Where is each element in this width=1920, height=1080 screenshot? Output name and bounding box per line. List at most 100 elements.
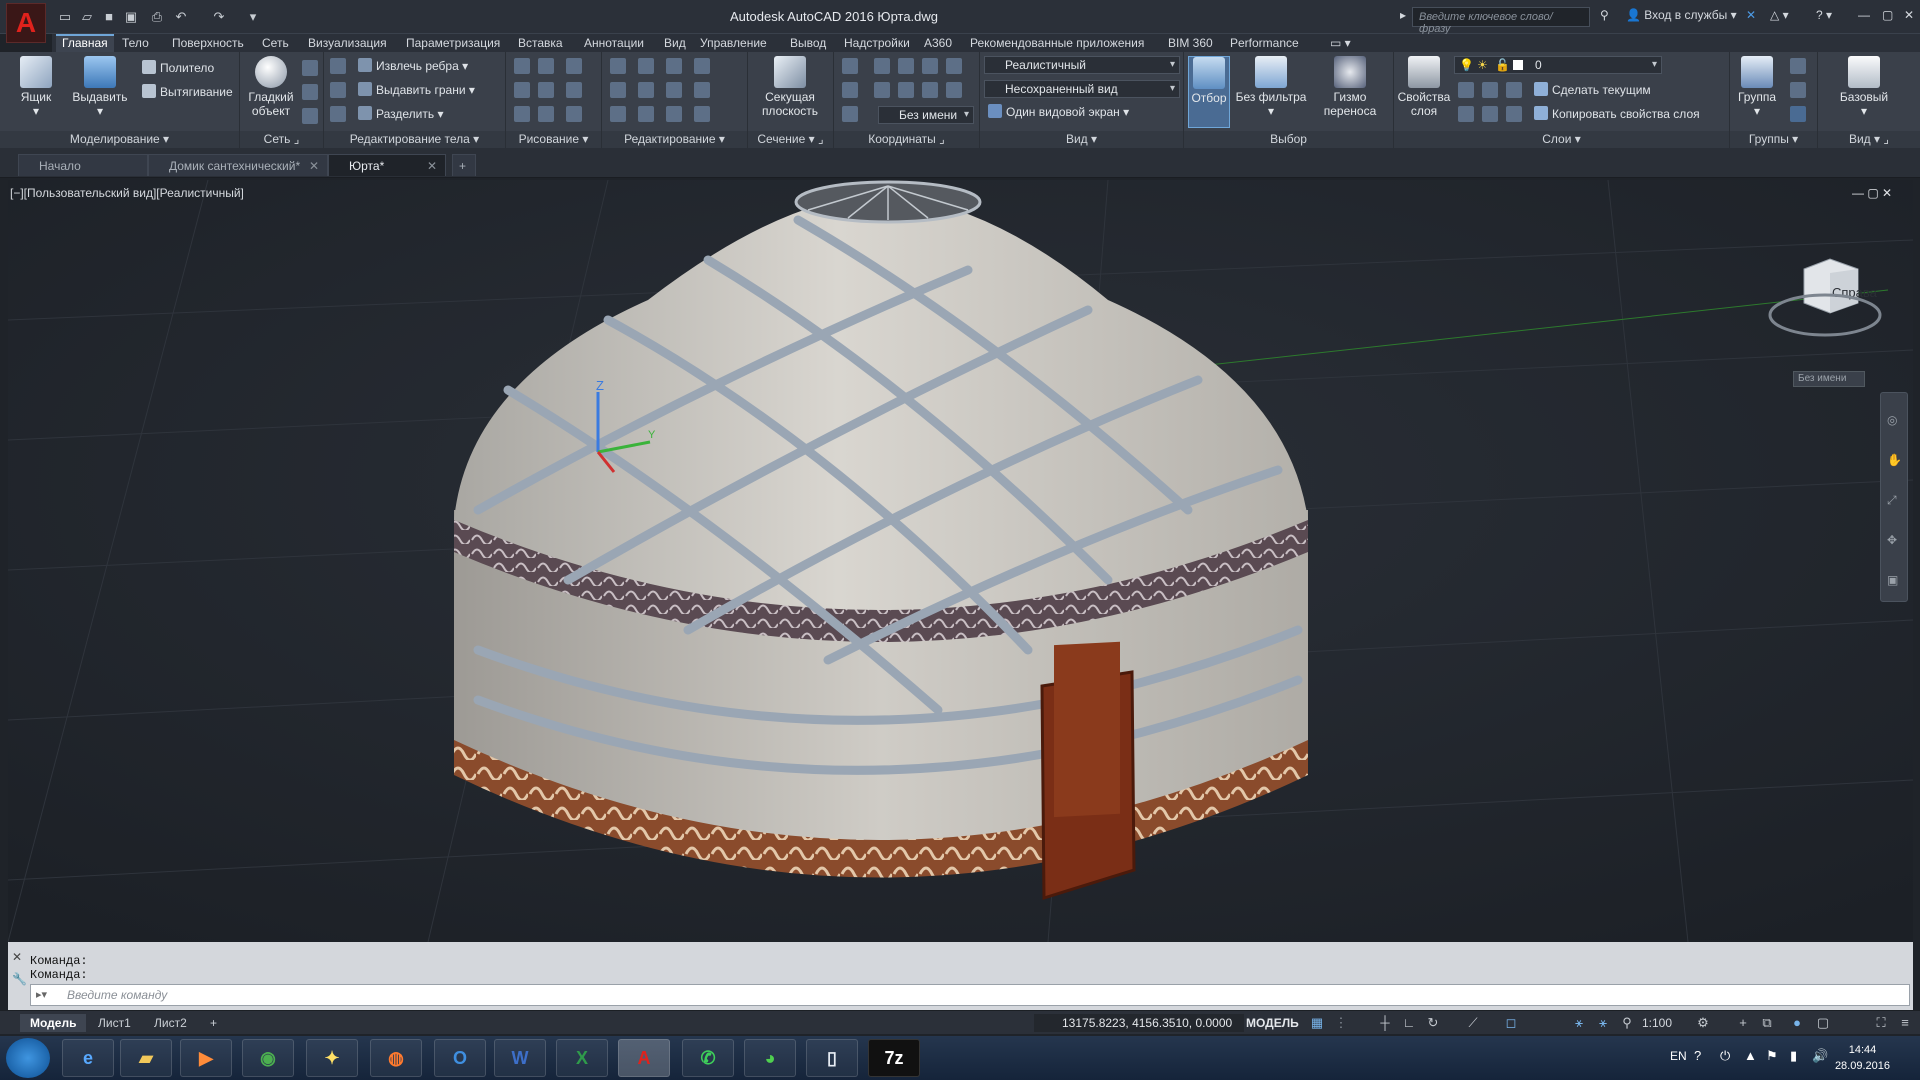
tab-output[interactable]: Вывод xyxy=(784,34,832,52)
viewport-window-controls[interactable]: — ▢ ✕ xyxy=(1852,186,1892,200)
search-input[interactable]: Введите ключевое слово/фразу xyxy=(1412,7,1590,35)
tab-featured-apps[interactable]: Рекомендованные приложения xyxy=(964,34,1150,52)
doc-tab-start[interactable]: Начало xyxy=(18,154,148,176)
panel-modify-title[interactable]: Редактирование ▾ xyxy=(602,131,747,148)
tab-view[interactable]: Вид xyxy=(658,34,692,52)
named-view-dropdown[interactable]: Несохраненный вид xyxy=(984,80,1180,98)
system-clock[interactable]: 14:44 28.09.2016 xyxy=(1835,1042,1890,1074)
ucs-previous-icon[interactable] xyxy=(898,58,914,74)
extrude-faces-button[interactable]: Выдавить грани ▾ xyxy=(358,80,475,100)
tab-options-icon[interactable]: ▭ ▾ xyxy=(1324,34,1357,52)
media-icon[interactable]: ▶ xyxy=(180,1039,232,1077)
grid-array-icon[interactable] xyxy=(694,106,710,122)
new-icon[interactable]: ▭ xyxy=(56,8,74,26)
polar-icon[interactable]: ↻ xyxy=(1426,1016,1440,1030)
command-input[interactable]: Введите команду xyxy=(30,984,1910,1006)
explorer-icon[interactable]: ▰ xyxy=(120,1039,172,1077)
no-filter-button[interactable]: Без фильтра ▾ xyxy=(1234,56,1308,118)
tab-visualize[interactable]: Визуализация xyxy=(302,34,393,52)
panel-coordinates-title[interactable]: Координаты ⌟ xyxy=(834,131,979,148)
firefox-icon[interactable]: ◍ xyxy=(370,1039,422,1077)
tab-annotate[interactable]: Аннотации xyxy=(578,34,650,52)
layout-tab-sheet1[interactable]: Лист1 xyxy=(88,1014,141,1032)
save-icon[interactable]: ■ xyxy=(100,8,118,26)
7zip-icon[interactable]: 7z xyxy=(868,1039,920,1077)
viewcube-ring[interactable] xyxy=(1765,280,1885,340)
tab-mesh[interactable]: Сеть xyxy=(256,34,295,52)
layer-tool-icon[interactable] xyxy=(1482,82,1498,98)
match-layer-button[interactable]: Копировать свойства слоя xyxy=(1534,104,1700,124)
group-button[interactable]: Группа ▾ xyxy=(1732,56,1782,118)
ellipse-icon[interactable] xyxy=(566,106,582,122)
layer-tool-icon[interactable] xyxy=(1458,106,1474,122)
isolate-icon[interactable]: ⧉ xyxy=(1760,1016,1774,1030)
rotate3d-icon[interactable] xyxy=(694,58,710,74)
tab-addins[interactable]: Надстройки xyxy=(838,34,916,52)
ungroup-icon[interactable] xyxy=(1790,58,1806,74)
layer-tool-icon[interactable] xyxy=(1506,106,1522,122)
fillet-icon[interactable] xyxy=(610,58,626,74)
volume-icon[interactable]: 🔊 xyxy=(1812,1048,1828,1064)
ucs-icon-properties-icon[interactable] xyxy=(842,106,858,122)
language-indicator[interactable]: EN xyxy=(1670,1049,1687,1063)
isodraft-icon[interactable]: ⟋ xyxy=(1466,1016,1480,1030)
print-icon[interactable]: ⎙ xyxy=(148,8,166,26)
tab-home[interactable]: Главная xyxy=(56,34,114,52)
mesh-tool-icon[interactable] xyxy=(302,84,318,100)
mesh-tool-icon[interactable] xyxy=(302,108,318,124)
visual-style-dropdown[interactable]: Реалистичный xyxy=(984,56,1180,74)
tab-surface[interactable]: Поверхность xyxy=(166,34,250,52)
tab-parametric[interactable]: Параметризация xyxy=(400,34,506,52)
union-icon[interactable] xyxy=(330,58,346,74)
wechat-icon[interactable]: ◕ xyxy=(744,1039,796,1077)
steering-wheel-icon[interactable]: ◎ xyxy=(1887,413,1897,427)
plus-icon[interactable]: + xyxy=(1736,1016,1750,1030)
autocad-icon[interactable]: A xyxy=(618,1039,670,1077)
annotation-scale-icon[interactable]: ⚲ xyxy=(1620,1016,1634,1030)
section-plane-button[interactable]: Секущая плоскость xyxy=(750,56,830,118)
ucs-z-icon[interactable] xyxy=(922,82,938,98)
cmd-close-icon[interactable]: ✕ xyxy=(12,950,22,964)
flag-icon[interactable]: ⚑ xyxy=(1766,1048,1778,1064)
osnap-icon[interactable]: ◻ xyxy=(1504,1016,1518,1030)
add-layout-plus-icon[interactable]: + xyxy=(200,1014,227,1032)
tab-insert[interactable]: Вставка xyxy=(512,34,569,52)
ortho-icon[interactable]: ∟ xyxy=(1402,1016,1416,1030)
panel-view-title[interactable]: Вид ▾ xyxy=(980,131,1183,148)
extrude-button[interactable]: Выдавить ▾ xyxy=(68,56,132,118)
autoscale-icon[interactable]: ⚹ xyxy=(1596,1016,1610,1030)
gizmo-button[interactable]: Гизмо переноса xyxy=(1312,56,1388,118)
outlook-icon[interactable]: O xyxy=(434,1039,486,1077)
close-tab-icon[interactable]: ✕ xyxy=(309,155,319,177)
extract-edges-button[interactable]: Извлечь ребра ▾ xyxy=(358,56,468,76)
maximize-icon[interactable]: ▢ xyxy=(1882,8,1893,22)
rectangle-icon[interactable] xyxy=(538,106,554,122)
base-view-button[interactable]: Базовый ▾ xyxy=(1834,56,1894,118)
layout-tab-sheet2[interactable]: Лист2 xyxy=(144,1014,197,1032)
tray-arrow-icon[interactable]: ▲ xyxy=(1744,1048,1757,1063)
move-icon[interactable] xyxy=(666,58,682,74)
layer-tool-icon[interactable] xyxy=(1506,82,1522,98)
close-tab-icon[interactable]: ✕ xyxy=(427,155,437,177)
annotation-visibility-icon[interactable]: ⚹ xyxy=(1572,1016,1586,1030)
panel-modeling-title[interactable]: Моделирование ▾ xyxy=(0,131,239,148)
panel-view-base-title[interactable]: Вид ▾ ⌟ xyxy=(1818,131,1920,148)
make-current-button[interactable]: Сделать текущим xyxy=(1534,80,1651,100)
smooth-object-button[interactable]: Гладкий объект xyxy=(244,56,298,118)
layout-tab-model[interactable]: Модель xyxy=(20,1014,87,1032)
sweep-button[interactable]: Вытягивание xyxy=(142,82,233,102)
box-button[interactable]: Ящик ▾ xyxy=(14,56,58,118)
panel-draw-title[interactable]: Рисование ▾ xyxy=(506,131,601,148)
ie-icon[interactable]: e xyxy=(62,1039,114,1077)
subtract-icon[interactable] xyxy=(330,82,346,98)
trim-icon[interactable] xyxy=(610,82,626,98)
pan-hand-icon[interactable]: ✋ xyxy=(1887,453,1902,467)
ucs-y-icon[interactable] xyxy=(898,82,914,98)
ucs-world-icon[interactable] xyxy=(874,58,890,74)
polyline-icon[interactable] xyxy=(538,58,554,74)
customize-menu-icon[interactable]: ≡ xyxy=(1898,1016,1912,1030)
hardware-accel-icon[interactable]: ● xyxy=(1790,1016,1804,1030)
customize-chevron-icon[interactable]: ▾ xyxy=(244,8,262,26)
line2-icon[interactable] xyxy=(538,82,554,98)
orbit-icon[interactable]: ✥ xyxy=(1887,533,1897,547)
